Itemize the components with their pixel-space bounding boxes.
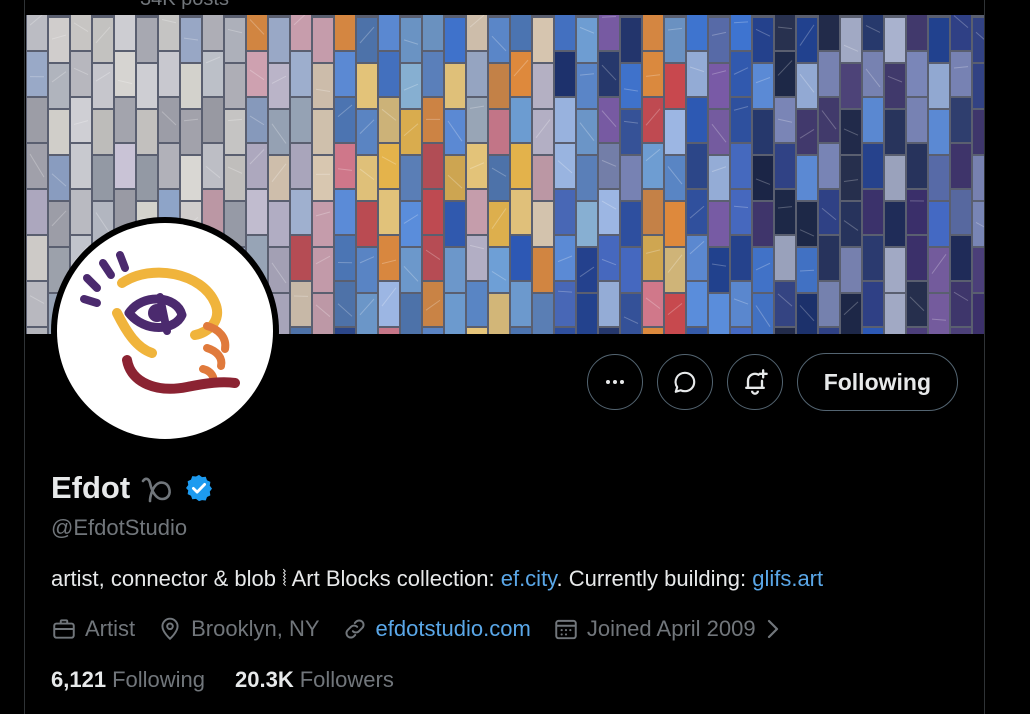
profession-text: Artist [85,616,136,641]
following-button[interactable]: Following [796,353,958,411]
meta-location: Brooklyn, NY [157,616,320,642]
more-icon [605,380,624,384]
more-button[interactable] [586,354,643,410]
profile-actions: Following [586,353,958,411]
profile-column: 34K posts [24,0,985,714]
bio-text: artist, connector & blob [51,566,283,591]
post-count: 34K posts [140,0,229,11]
profile-handle: @EfdotStudio [51,515,188,540]
bio-text: Art Blocks collection: [286,566,501,591]
followers-count: 20.3K [235,667,294,692]
profile-avatar[interactable] [51,217,279,445]
location-text: Brooklyn, NY [191,616,320,641]
website-link[interactable]: efdotstudio.com [376,616,531,642]
calendar-icon [555,619,577,640]
meta-website[interactable]: efdotstudio.com [342,616,531,642]
following-count: 6,121 [51,667,107,692]
notifications-button[interactable] [726,354,783,410]
bio-link-glifs[interactable]: glifs.art [752,566,823,591]
followers-stat[interactable]: 20.3K Followers [235,667,394,693]
verified-badge-icon[interactable] [184,473,214,503]
bell-plus-icon [744,369,768,395]
message-button[interactable] [656,354,713,410]
meta-joined[interactable]: Joined April 2009 [553,616,782,642]
profile-bio: artist, connector & blob ⦚ Art Blocks co… [51,566,823,592]
bio-text: . Currently building: [556,566,753,591]
link-icon [345,619,365,639]
avatar-image [57,223,273,439]
loop-emoji-icon [141,477,172,503]
chevron-right-icon [767,619,778,639]
following-label: Following [112,667,205,692]
following-stat[interactable]: 6,121 Following [51,667,205,693]
bio-link-efcity[interactable]: ef.city [501,566,557,591]
display-name: Efdot [51,470,131,505]
profile-meta: Artist Brooklyn, NY efdotstudio.com Join… [51,616,804,642]
joined-text: Joined April 2009 [586,616,756,641]
location-pin-icon [161,617,179,641]
profile-stats: 6,121 Following 20.3K Followers [51,667,394,693]
followers-label: Followers [299,667,394,692]
message-icon [674,371,695,393]
briefcase-icon [53,619,75,639]
meta-profession: Artist [51,616,135,642]
name-row: Efdot [51,470,214,506]
